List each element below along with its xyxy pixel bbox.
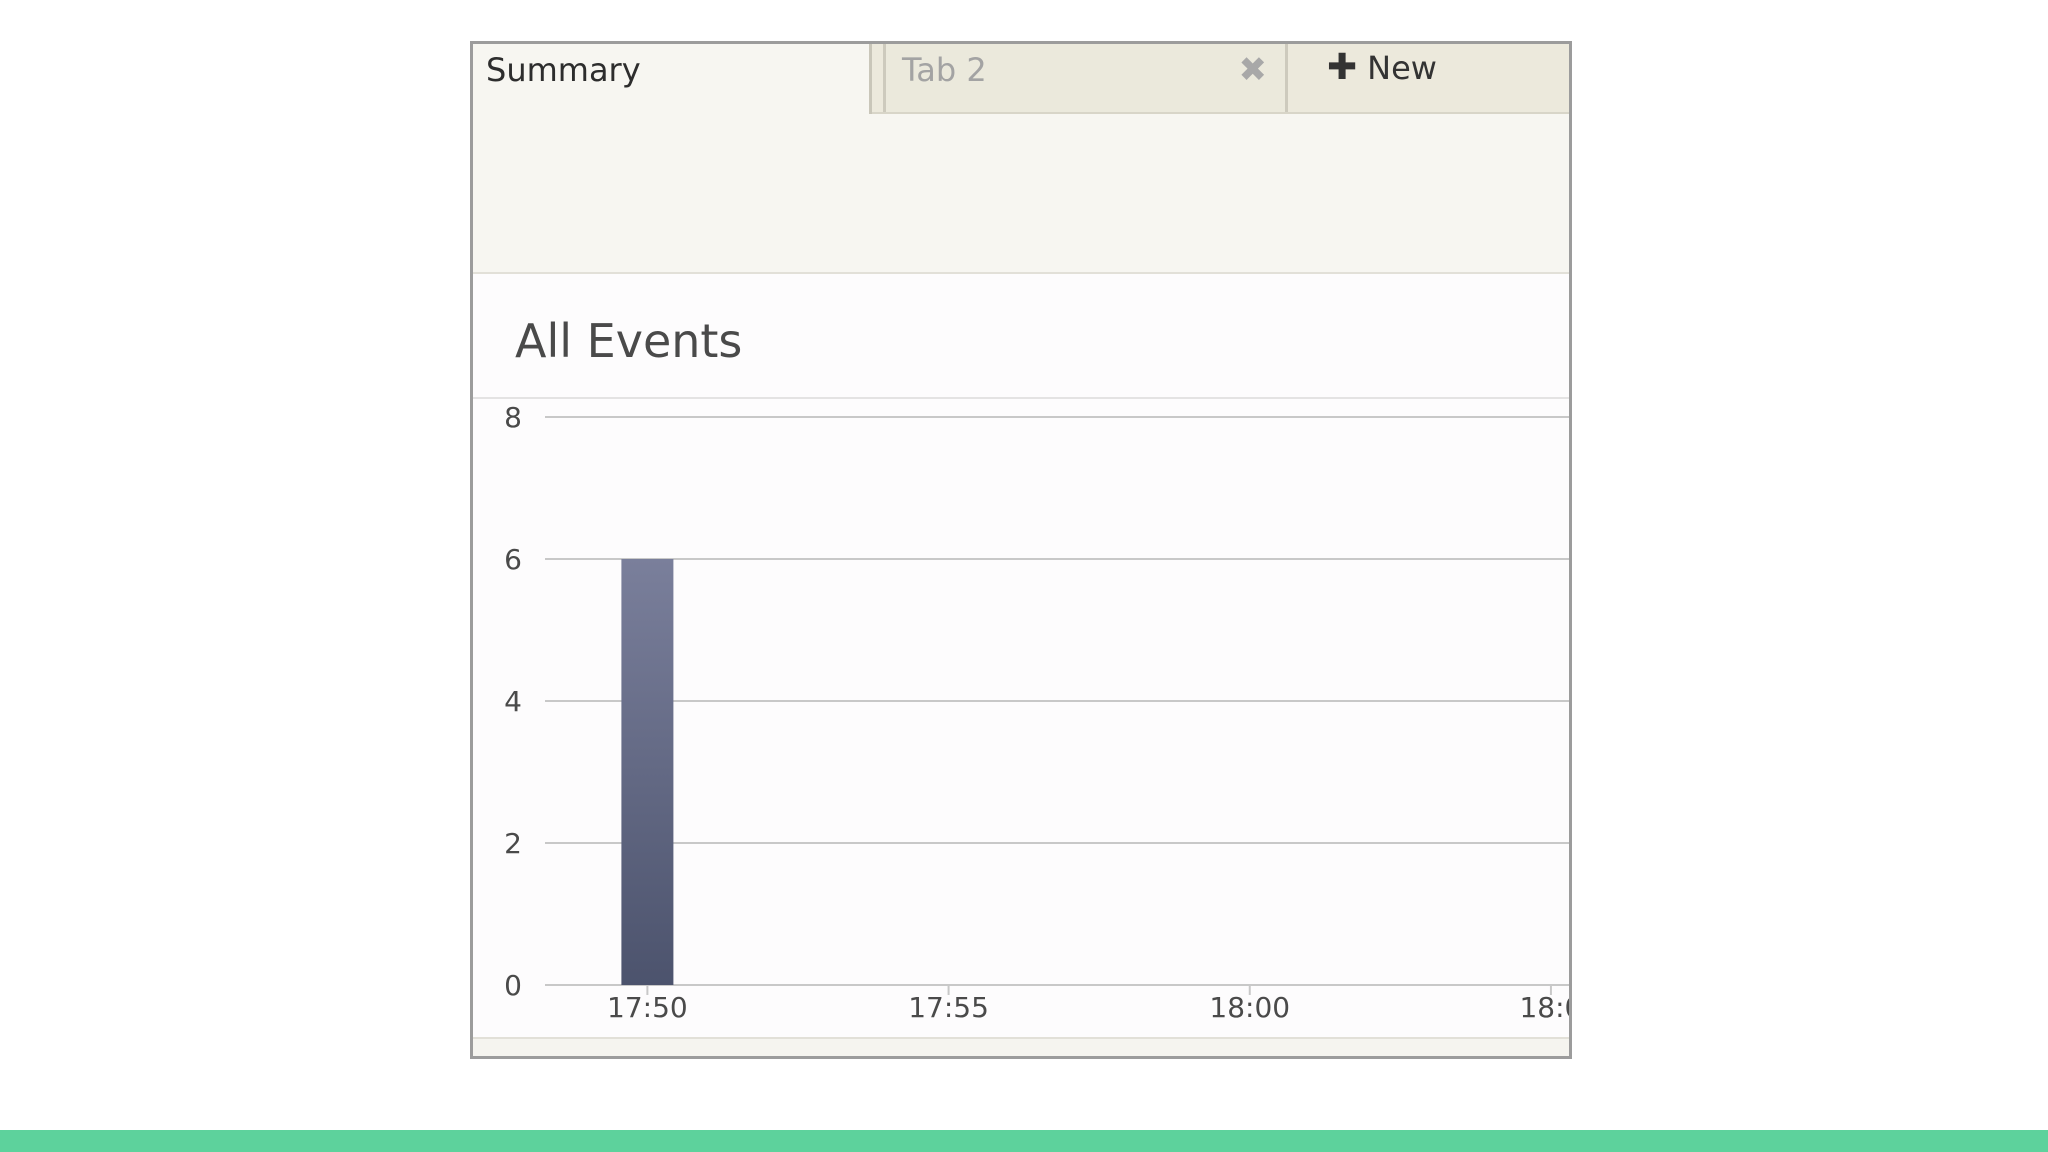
bottom-accent-bar: [0, 1130, 2048, 1152]
x-tick-label: 17:55: [908, 991, 989, 1024]
new-tab-button[interactable]: ✚ New: [1291, 44, 1569, 112]
tab-summary-label: Summary: [486, 51, 641, 89]
all-events-widget: All Events 0 2 4 6 8 17:50 17:55 18:00 18:0: [473, 274, 1569, 1056]
new-tab-label: New: [1367, 49, 1437, 87]
y-tick-label: 4: [504, 685, 522, 718]
plus-icon: ✚: [1327, 47, 1358, 88]
tab-2-label: Tab 2: [902, 51, 987, 89]
y-tick-label: 2: [504, 827, 522, 860]
dashboard-toolbar-area: [473, 114, 1569, 274]
tab-summary[interactable]: Summary: [473, 44, 872, 114]
y-tick-label: 8: [504, 401, 522, 434]
y-tick-label: 6: [504, 543, 522, 576]
panel-footer: [473, 1037, 1569, 1056]
events-chart: 0 2 4 6 8 17:50 17:55 18:00 18:0: [504, 401, 1569, 1024]
event-bar: [621, 559, 674, 985]
x-tick-label: 18:0: [1519, 991, 1569, 1024]
widget-title: All Events: [515, 314, 743, 368]
y-tick-label: 0: [504, 969, 522, 1002]
x-tick-label: 18:00: [1209, 991, 1290, 1024]
tab-2[interactable]: Tab 2 ✖: [883, 44, 1288, 112]
dashboard-panel: Summary Tab 2 ✖ ✚ New All Events 0 2 4 6 8 17:…: [470, 41, 1572, 1059]
close-icon[interactable]: ✖: [1239, 46, 1268, 94]
x-tick-label: 17:50: [607, 991, 688, 1024]
tab-strip: Summary Tab 2 ✖ ✚ New: [473, 44, 1569, 114]
